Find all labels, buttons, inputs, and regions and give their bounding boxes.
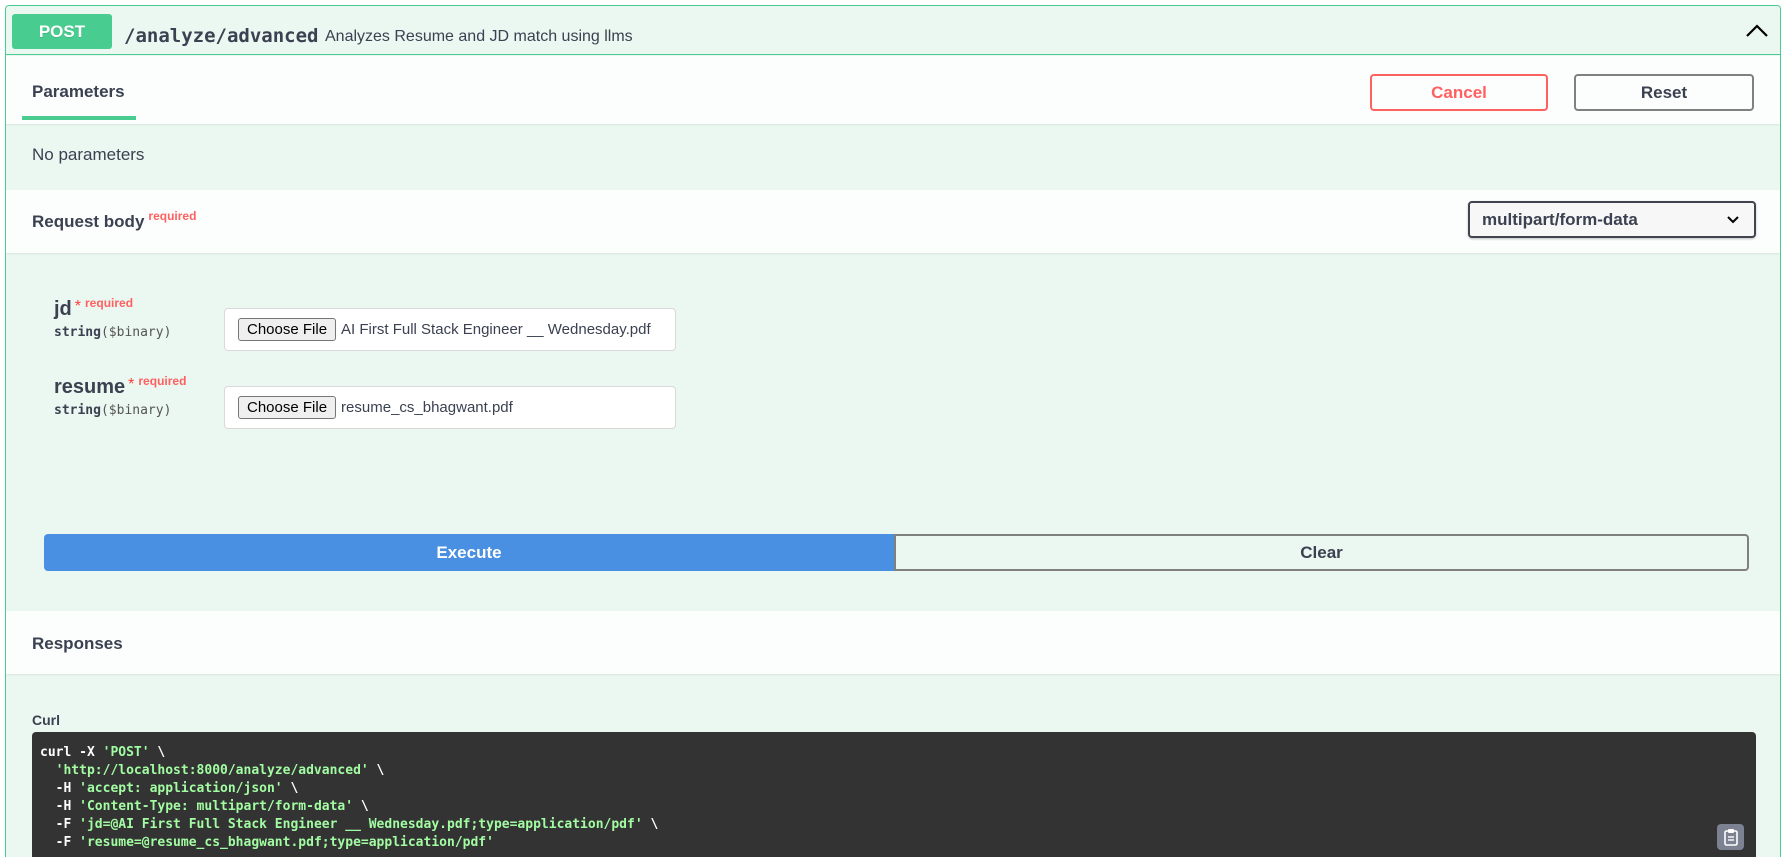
field-required: required — [85, 296, 134, 310]
method-badge: POST — [12, 14, 112, 49]
curl-code-block[interactable]: curl -X 'POST' \ 'http://localhost:8000/… — [32, 732, 1756, 857]
curl-string: 'accept: application/json' — [79, 781, 283, 796]
clipboard-glyph — [1723, 829, 1738, 846]
field-type-name: string — [54, 325, 101, 340]
curl-line: -F 'jd=@AI First Full Stack Engineer __ … — [40, 816, 1748, 834]
curl-plain: -H — [40, 799, 80, 814]
curl-tail: \ — [282, 781, 299, 796]
no-parameters-text: No parameters — [32, 145, 145, 164]
field-name: resume — [54, 376, 126, 398]
curl-string: 'http://localhost:8000/analyze/advanced' — [55, 763, 369, 778]
curl-tail: \ — [149, 745, 166, 760]
selected-file-name: resume_cs_bhagwant.pdf — [341, 399, 513, 416]
clear-button[interactable]: Clear — [894, 534, 1749, 571]
curl-string: 'resume=@resume_cs_bhagwant.pdf;type=app… — [79, 835, 494, 850]
curl-string: 'Content-Type: multipart/form-data' — [79, 799, 354, 814]
endpoint-description: Analyzes Resume and JD match using llms — [325, 28, 633, 45]
curl-line: -H 'Content-Type: multipart/form-data' \ — [40, 798, 1748, 816]
field-name: jd — [54, 298, 72, 320]
curl-tail: \ — [642, 817, 659, 832]
content-type-select[interactable]: multipart/form-data — [1468, 201, 1756, 238]
field-resume: resume * required string($binary) — [54, 374, 187, 418]
cancel-button[interactable]: Cancel — [1370, 74, 1548, 111]
clipboard-icon[interactable] — [1717, 824, 1744, 850]
curl-line: -F 'resume=@resume_cs_bhagwant.pdf;type=… — [40, 834, 1748, 852]
curl-line: 'http://localhost:8000/analyze/advanced'… — [40, 762, 1748, 780]
curl-string: 'jd=@AI First Full Stack Engineer __ Wed… — [79, 817, 643, 832]
field-type-format: ($binary) — [100, 325, 172, 340]
request-body-required: required — [148, 209, 197, 223]
chevron-down-icon — [1727, 216, 1739, 224]
curl-plain: -F — [40, 835, 80, 850]
execute-button[interactable]: Execute — [44, 534, 894, 571]
choose-file-button[interactable]: Choose File — [238, 396, 337, 419]
request-body-title: Request body required — [32, 209, 197, 232]
operation-block: POST /analyze/advanced Analyzes Resume a… — [5, 5, 1781, 857]
curl-plain: -F — [40, 817, 80, 832]
curl-plain: curl -X — [40, 745, 103, 760]
curl-string: 'POST' — [102, 745, 150, 760]
field-jd: jd * required string($binary) — [54, 296, 171, 340]
execute-row: Execute Clear — [44, 534, 1749, 571]
parameters-header: Parameters Cancel Reset — [6, 56, 1780, 124]
required-star: * — [128, 376, 135, 393]
resume-file-input[interactable]: Choose File resume_cs_bhagwant.pdf — [224, 386, 676, 429]
responses-title: Responses — [32, 634, 123, 653]
curl-plain: -H — [40, 781, 80, 796]
curl-line: -H 'accept: application/json' \ — [40, 780, 1748, 798]
field-type: string($binary) — [54, 403, 186, 418]
curl-tail: \ — [353, 799, 369, 814]
jd-file-input[interactable]: Choose File AI First Full Stack Engineer… — [224, 308, 676, 351]
reset-button[interactable]: Reset — [1574, 74, 1754, 111]
responses-header: Responses — [6, 611, 1780, 674]
field-type-name: string — [54, 403, 101, 418]
request-body-label: Request body — [32, 212, 145, 231]
tab-parameters[interactable]: Parameters — [32, 82, 125, 102]
choose-file-button[interactable]: Choose File — [238, 318, 337, 341]
field-type-format: ($binary) — [100, 403, 172, 418]
chevron-up-icon[interactable] — [1744, 20, 1770, 42]
required-star: * — [74, 298, 82, 315]
tab-active-indicator — [22, 116, 136, 120]
request-body-header: Request body required multipart/form-data — [6, 190, 1780, 253]
selected-file-name: AI First Full Stack Engineer __ Wednesda… — [341, 321, 651, 338]
curl-line: curl -X 'POST' \ — [40, 744, 1748, 762]
curl-label: Curl — [32, 712, 60, 728]
operation-summary[interactable]: POST /analyze/advanced Analyzes Resume a… — [6, 6, 1780, 55]
field-required: required — [138, 374, 187, 388]
curl-plain — [40, 763, 56, 778]
endpoint-path: /analyze/advanced — [124, 25, 319, 47]
curl-tail: \ — [368, 763, 385, 778]
content-type-value: multipart/form-data — [1482, 209, 1638, 229]
field-type: string($binary) — [54, 325, 171, 340]
